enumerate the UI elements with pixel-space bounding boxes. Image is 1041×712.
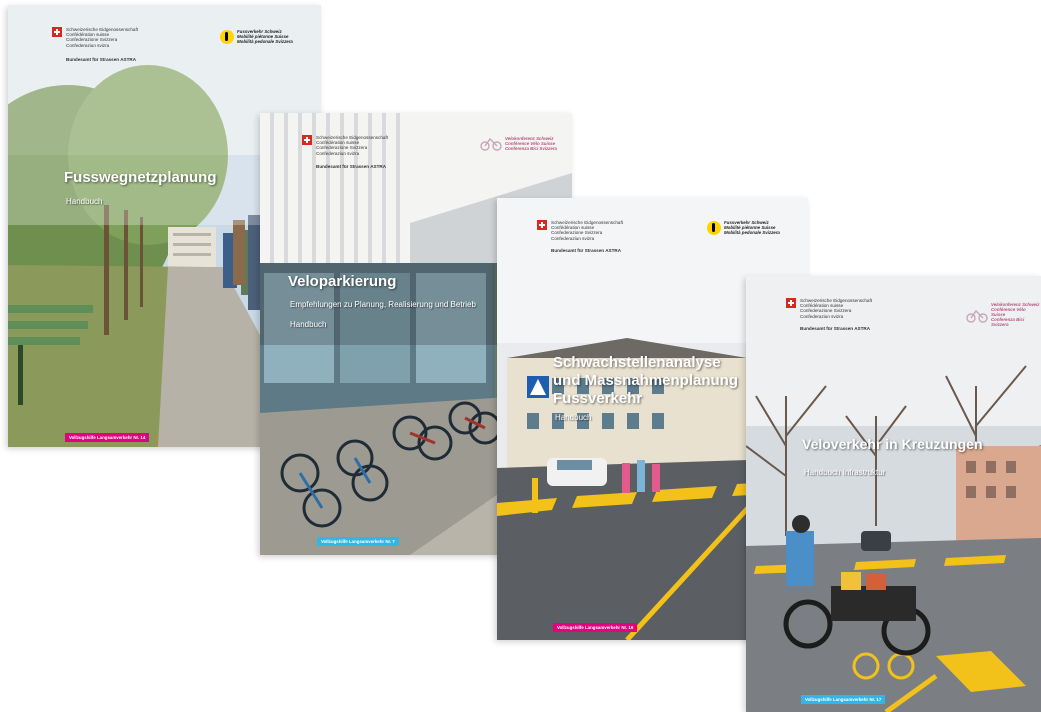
cover-title-line-3: Fussverkehr bbox=[553, 390, 643, 407]
swiss-confederation-logo: Schweizerische Eidgenossenschaft Confédé… bbox=[302, 135, 388, 156]
series-badge: Vollzugshilfe Langsamverkehr Nr. 17 bbox=[801, 695, 886, 704]
swiss-confederation-logo: Schweizerische Eidgenossenschaft Confédé… bbox=[52, 27, 138, 48]
series-badge: Vollzugshilfe Langsamverkehr Nr. 14 bbox=[65, 433, 150, 442]
cover-subtitle-handbuch: Handbuch bbox=[290, 320, 327, 329]
cover-title-line-2: und Massnahmenplanung bbox=[553, 372, 739, 389]
astra-office: Bundesamt für Strassen ASTRA bbox=[66, 57, 137, 62]
swiss-flag-icon bbox=[786, 298, 796, 308]
swiss-flag-icon bbox=[52, 27, 62, 37]
pedestrian-icon bbox=[220, 29, 234, 44]
swiss-confederation-logo: Schweizerische Eidgenossenschaft Confédé… bbox=[537, 220, 623, 241]
cover-title: Veloparkierung bbox=[288, 273, 397, 290]
cover-veloverkehr-kreuzungen[interactable]: Schweizerische Eidgenossenschaft Confédé… bbox=[746, 276, 1041, 712]
cover-title: Fusswegnetzplanung bbox=[64, 169, 217, 186]
swiss-confederation-logo: Schweizerische Eidgenossenschaft Confédé… bbox=[786, 298, 872, 319]
cycling-partner-logo: Velokonferenz Schweiz Conférence Vélo Su… bbox=[966, 302, 1041, 327]
cover-title: Veloverkehr in Kreuzungen bbox=[802, 436, 983, 452]
cover-photo-cargo-bike bbox=[746, 276, 1041, 712]
astra-office: Bundesamt für Strassen ASTRA bbox=[316, 164, 387, 169]
pedestrian-partner-logo: Fussverkehr Schweiz Mobilité piétonne Su… bbox=[220, 29, 293, 44]
cover-subtitle: Handbuch bbox=[555, 413, 592, 422]
confederation-text: Schweizerische Eidgenossenschaft Confédé… bbox=[316, 135, 389, 156]
astra-office: Bundesamt für Strassen ASTRA bbox=[800, 326, 871, 331]
bicycle-icon bbox=[480, 137, 502, 151]
pedestrian-partner-logo: Fussverkehr Schweiz Mobilité piétonne Su… bbox=[707, 220, 780, 235]
series-badge: Vollzugshilfe Langsamverkehr Nr. 16 bbox=[553, 623, 638, 632]
confederation-text: Schweizerische Eidgenossenschaft Confédé… bbox=[551, 220, 624, 241]
confederation-text: Schweizerische Eidgenossenschaft Confédé… bbox=[66, 27, 139, 48]
cover-subtitle: Handbuch Infrastruktur bbox=[804, 468, 886, 477]
astra-office: Bundesamt für Strassen ASTRA bbox=[551, 248, 622, 253]
cycling-partner-logo: Velokonferenz Schweiz Conférence Vélo Su… bbox=[480, 135, 557, 151]
cover-subtitle: Handbuch bbox=[66, 197, 103, 206]
cover-title-line-1: Schwachstellenanalyse bbox=[553, 354, 721, 371]
cover-subtitle: Empfehlungen zu Planung, Realisierung un… bbox=[290, 300, 476, 309]
swiss-flag-icon bbox=[302, 135, 312, 145]
series-badge: Vollzugshilfe Langsamverkehr Nr. 7 bbox=[317, 537, 399, 546]
bicycle-icon bbox=[966, 309, 988, 323]
swiss-flag-icon bbox=[537, 220, 547, 230]
pedestrian-icon bbox=[707, 220, 721, 235]
confederation-text: Schweizerische Eidgenossenschaft Confédé… bbox=[800, 298, 873, 319]
